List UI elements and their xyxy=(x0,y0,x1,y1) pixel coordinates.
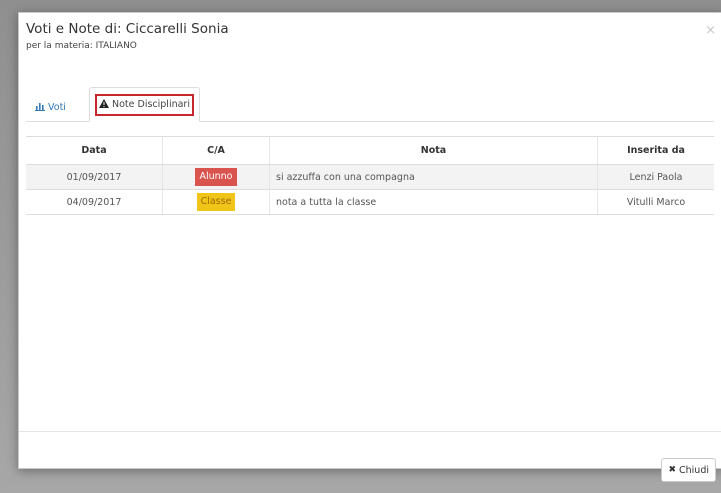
table-row[interactable]: 04/09/2017 Classe nota a tutta la classe… xyxy=(26,189,714,215)
tab-note-disciplinari[interactable]: Note Disciplinari xyxy=(89,87,200,122)
modal-subtitle: per la materia: ITALIANO xyxy=(26,41,137,51)
close-button[interactable]: ✖ Chiudi xyxy=(661,458,716,482)
column-header-nota[interactable]: Nota xyxy=(269,136,598,165)
cell-ca: Alunno xyxy=(162,164,270,190)
footer-divider xyxy=(19,431,721,432)
cell-inserita-da: Lenzi Paola xyxy=(597,164,714,190)
tab-voti[interactable]: Voti xyxy=(29,95,72,119)
tab-note-label: Note Disciplinari xyxy=(112,99,190,110)
table-row[interactable]: 01/09/2017 Alunno si azzuffa con una com… xyxy=(26,164,714,190)
ca-badge: Classe xyxy=(196,193,236,211)
voti-note-dialog: Voti e Note di: Ciccarelli Sonia per la … xyxy=(18,12,721,482)
bar-chart-icon xyxy=(35,102,45,113)
cell-data: 04/09/2017 xyxy=(26,189,163,215)
tab-bar: Voti Note Disciplinari xyxy=(26,85,714,122)
note-table: Data C/A Nota Inserita da 01/09/2017 Alu… xyxy=(26,136,714,215)
cell-nota: nota a tutta la classe xyxy=(269,189,598,215)
cell-data: 01/09/2017 xyxy=(26,164,163,190)
cell-nota: si azzuffa con una compagna xyxy=(269,164,598,190)
close-button-label: Chiudi xyxy=(679,464,709,476)
column-header-inserita-da[interactable]: Inserita da xyxy=(597,136,714,165)
tab-note-highlight: Note Disciplinari xyxy=(95,93,194,116)
x-icon: ✖ xyxy=(668,465,677,475)
ca-badge: Alunno xyxy=(195,168,237,186)
table-header-row: Data C/A Nota Inserita da xyxy=(26,136,714,165)
modal-title: Voti e Note di: Ciccarelli Sonia xyxy=(26,21,229,37)
modal-header: Voti e Note di: Ciccarelli Sonia per la … xyxy=(19,13,721,73)
cell-inserita-da: Vitulli Marco xyxy=(597,189,714,215)
close-icon[interactable]: × xyxy=(705,23,716,38)
cell-ca: Classe xyxy=(162,189,270,215)
tab-voti-label: Voti xyxy=(48,101,66,113)
column-header-data[interactable]: Data xyxy=(26,136,163,165)
column-header-ca[interactable]: C/A xyxy=(162,136,270,165)
warning-icon xyxy=(99,98,109,111)
